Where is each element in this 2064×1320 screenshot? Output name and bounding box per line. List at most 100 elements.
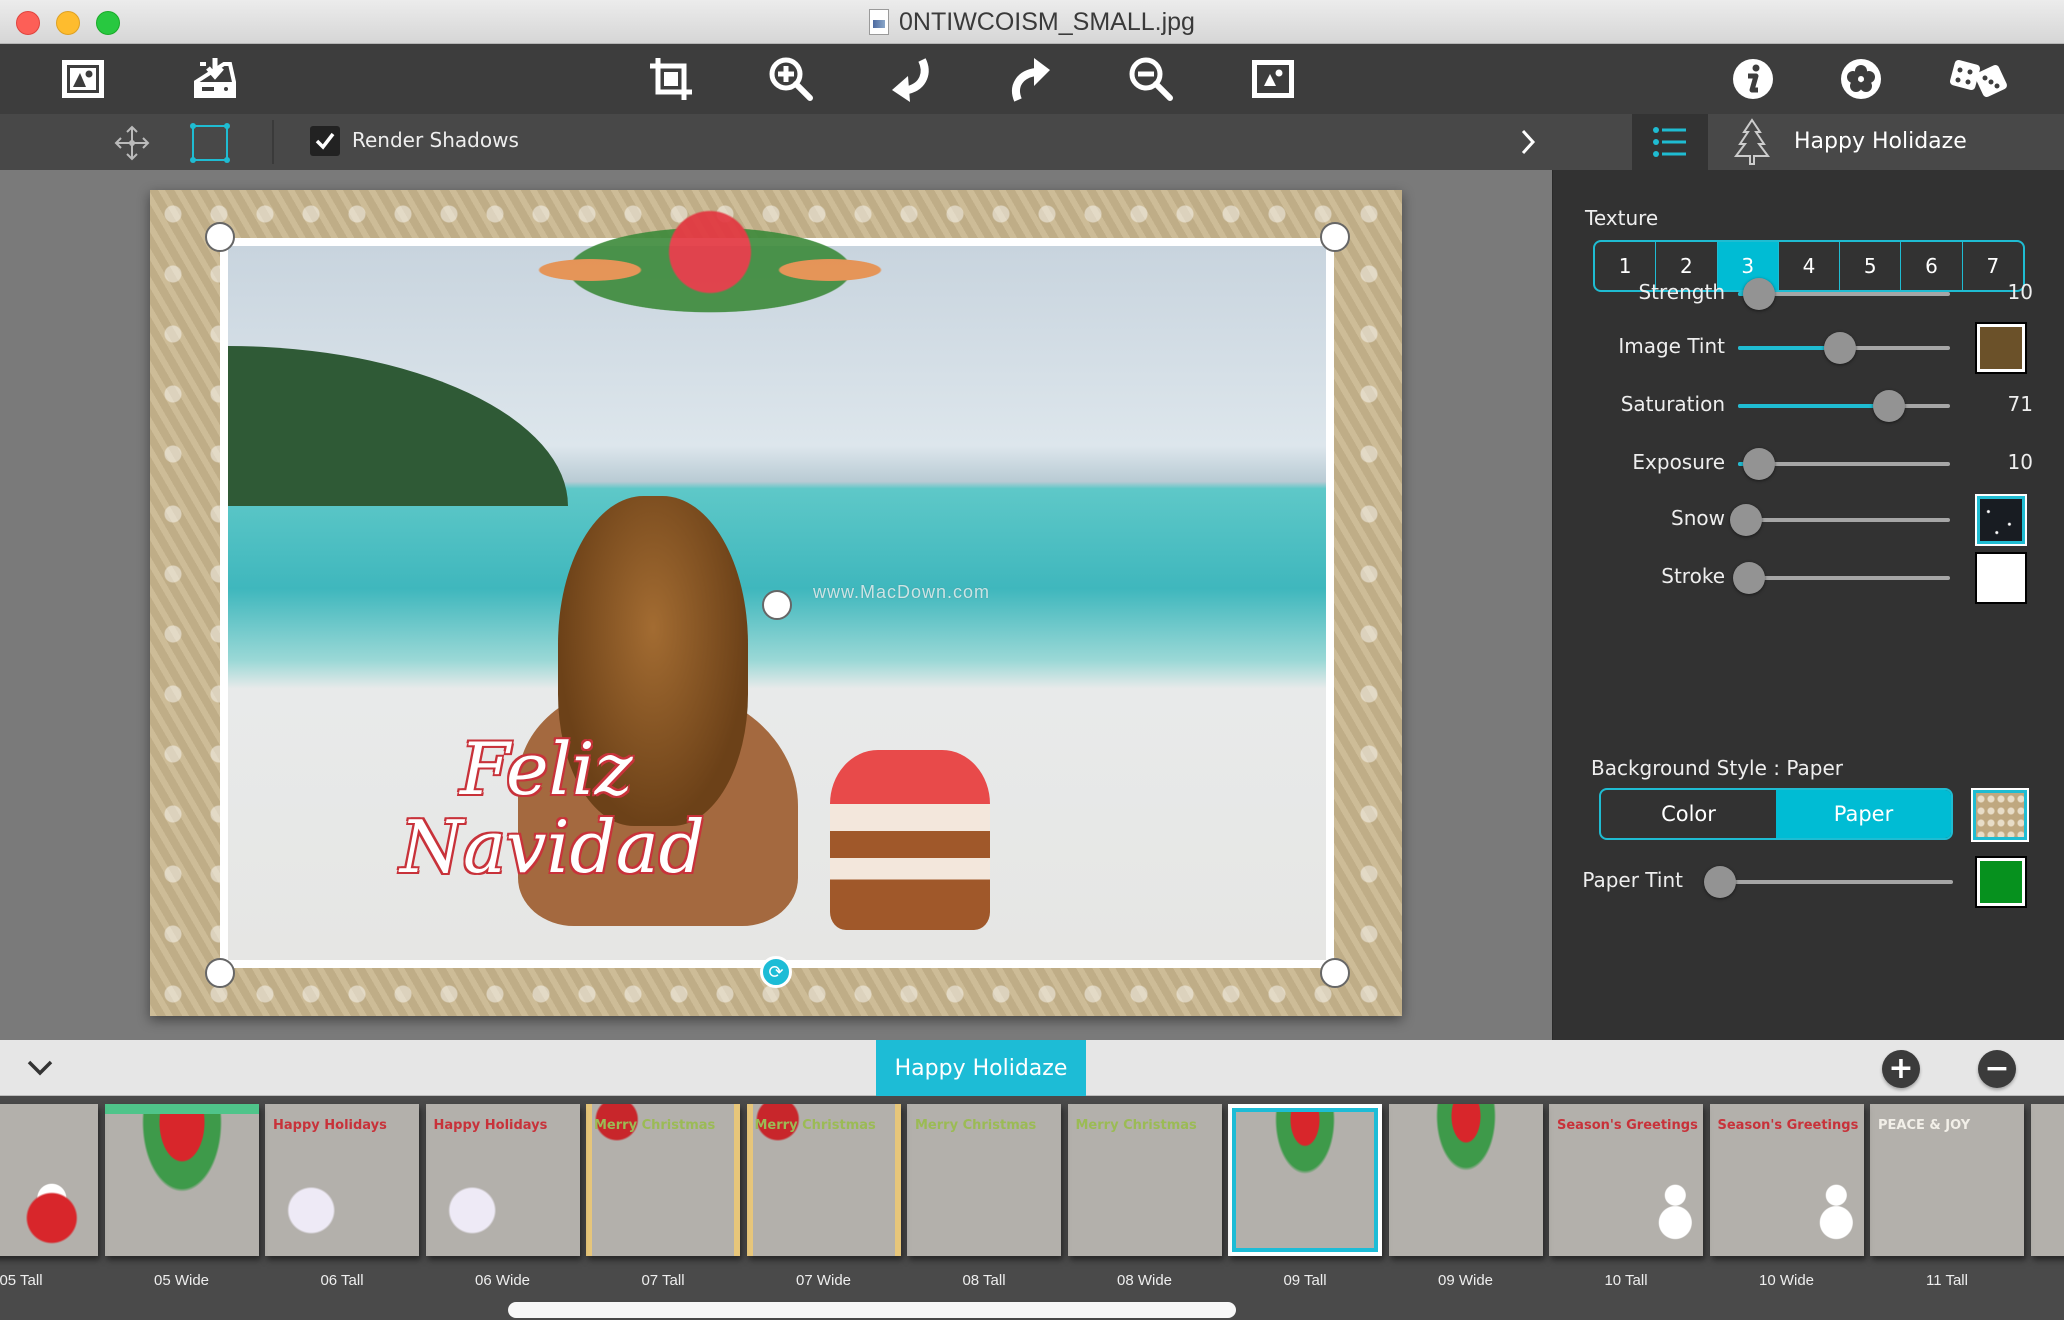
background-style-label: Background Style : Paper	[1591, 756, 1844, 780]
saturation-thumb[interactable]	[1872, 390, 1905, 422]
sub-toolbar: Render Shadows	[0, 114, 1570, 170]
image-tint-slider[interactable]	[1738, 332, 1950, 364]
template-thumbnail[interactable]: 09 Tall	[1228, 1104, 1382, 1289]
snow-slider[interactable]	[1730, 504, 1950, 536]
strength-slider[interactable]	[1738, 278, 1950, 310]
info-button[interactable]	[1726, 54, 1780, 104]
template-thumbnail[interactable]: Happy Holidays 06 Wide	[425, 1104, 580, 1289]
zoom-out-icon	[1129, 57, 1173, 101]
randomize-button[interactable]	[1948, 54, 2012, 104]
template-thumbnail[interactable]: Merry Christmas 07 Wide	[746, 1104, 901, 1289]
thumbnail-greeting: Merry Christmas	[594, 1118, 716, 1133]
effects-button[interactable]	[1834, 54, 1888, 104]
watermark: www.MacDown.com	[813, 582, 991, 602]
template-thumbnail[interactable]: Merry Christmas 07 Tall	[586, 1104, 740, 1289]
stroke-slider[interactable]	[1732, 562, 1950, 594]
background-style-color[interactable]: Color	[1601, 790, 1776, 838]
image-tint-thumb[interactable]	[1823, 332, 1856, 364]
render-shadows-checkbox[interactable]	[310, 126, 340, 156]
chevron-down-icon	[27, 1060, 53, 1076]
resize-handle-top-left[interactable]	[205, 222, 235, 252]
snow-color-swatch[interactable]	[1975, 494, 2027, 546]
export-button[interactable]	[188, 54, 242, 104]
template-thumbnail[interactable]: Season's Greetings 10 Tall	[1549, 1104, 1703, 1289]
select-tool-button[interactable]	[188, 122, 232, 164]
strength-row: Strength 10	[1553, 274, 2064, 314]
zoom-in-button[interactable]	[764, 54, 818, 104]
resize-handle-bottom-left[interactable]	[205, 958, 235, 988]
adjustments-panel: Texture 1234567 Strength 10 Image Tint S…	[1552, 170, 2064, 1040]
expand-panel-button[interactable]	[1510, 122, 1546, 162]
zoom-in-icon	[769, 57, 813, 101]
canvas-area: www.MacDown.com Feliz Navidad ⟳	[0, 170, 1552, 1040]
remove-collection-button[interactable]: −	[1978, 1050, 2016, 1088]
stroke-color-swatch[interactable]	[1975, 552, 2027, 604]
paper-texture-swatch[interactable]	[1971, 788, 2029, 842]
filmstrip-scrollbar[interactable]	[508, 1302, 1236, 1318]
center-handle[interactable]	[762, 590, 792, 620]
exposure-slider[interactable]	[1738, 448, 1950, 480]
thumbnail-greeting: Season's Greetings	[1557, 1118, 1698, 1133]
tab-adjustments[interactable]	[1632, 114, 1708, 170]
strength-label: Strength	[1638, 280, 1725, 304]
thumbnail-caption: 06 Tall	[320, 1272, 364, 1289]
resize-handle-top-right[interactable]	[1320, 222, 1350, 252]
crop-button[interactable]	[644, 54, 698, 104]
strength-thumb[interactable]	[1743, 278, 1776, 310]
template-thumbnail[interactable]: Merry Christmas 08 Wide	[1067, 1104, 1222, 1289]
template-thumbnail[interactable]: PEACE & JOY 11 Tall	[1870, 1104, 2024, 1289]
snow-row: Snow	[1553, 494, 2064, 546]
thumbnail-greeting: Season's Greetings	[1717, 1118, 1859, 1133]
resize-handle-bottom-right[interactable]	[1320, 958, 1350, 988]
exposure-value: 10	[2007, 450, 2033, 474]
rotate-handle[interactable]: ⟳	[760, 956, 792, 988]
image-frame-icon	[62, 60, 104, 98]
paper-tint-color-swatch[interactable]	[1975, 856, 2027, 908]
thumbnail-caption: 07 Tall	[641, 1272, 685, 1289]
greeting-text: Feliz Navidad	[400, 730, 705, 886]
template-thumbnail[interactable]: 05 Wide	[104, 1104, 259, 1289]
background-style-paper[interactable]: Paper	[1776, 790, 1951, 838]
tray-download-icon	[194, 58, 236, 98]
stroke-thumb[interactable]	[1732, 562, 1765, 594]
thumbnail-caption: 07 Wide	[795, 1272, 852, 1289]
thumbnail-greeting: Merry Christmas	[1075, 1118, 1197, 1133]
list-icon	[1653, 127, 1686, 157]
open-image-button[interactable]	[56, 54, 110, 104]
stroke-row: Stroke	[1553, 552, 2064, 604]
rotate-right-icon	[1012, 58, 1050, 102]
paper-tint-slider[interactable]	[1703, 866, 1953, 898]
exposure-thumb[interactable]	[1743, 448, 1776, 480]
window-title-text: 0NTIWCOISM_SMALL.jpg	[899, 7, 1195, 36]
crop-icon	[650, 58, 692, 100]
texture-label: Texture	[1585, 206, 1659, 230]
collapse-filmstrip-button[interactable]	[20, 1050, 60, 1086]
thumbnail-caption: 10 Wide	[1758, 1272, 1815, 1289]
template-thumbnail[interactable]: Merry Christmas 08 Tall	[907, 1104, 1061, 1289]
add-collection-button[interactable]: +	[1882, 1050, 1920, 1088]
image-tint-color-swatch[interactable]	[1975, 322, 2027, 374]
rotate-icon: ⟳	[768, 961, 784, 983]
thumbnail-image-wreath	[1228, 1104, 1382, 1256]
template-thumbnail[interactable]: Happy Holidays 06 Tall	[265, 1104, 419, 1289]
thumbnail-image-ballerina: Happy Holidays	[425, 1104, 580, 1256]
snow-thumb[interactable]	[1730, 504, 1763, 536]
stroke-label: Stroke	[1661, 564, 1725, 588]
paper-tint-thumb[interactable]	[1703, 866, 1736, 898]
rotate-left-button[interactable]	[884, 54, 938, 104]
template-thumbnail[interactable]: 05 Tall	[0, 1104, 98, 1289]
move-tool-button[interactable]	[110, 122, 154, 164]
thumbnail-image-wreath	[1388, 1104, 1543, 1256]
saturation-slider[interactable]	[1738, 390, 1950, 422]
thumbnail-image-tree: Merry Christmas	[907, 1104, 1061, 1256]
thumbnail-image-bow: Merry Christmas	[586, 1104, 740, 1256]
collection-tab-happy-holidaze[interactable]: Happy Holidaze	[876, 1040, 1086, 1096]
fit-image-button[interactable]	[1246, 54, 1300, 104]
tab-collection[interactable]	[1730, 118, 1774, 165]
template-thumbnail[interactable]: 09 Wide	[1388, 1104, 1543, 1289]
rotate-right-button[interactable]	[1004, 54, 1058, 104]
thumbnail-caption: 06 Wide	[474, 1272, 531, 1289]
template-thumbnail[interactable]	[2030, 1104, 2064, 1284]
template-thumbnail[interactable]: Season's Greetings 10 Wide	[1709, 1104, 1864, 1289]
zoom-out-button[interactable]	[1124, 54, 1178, 104]
